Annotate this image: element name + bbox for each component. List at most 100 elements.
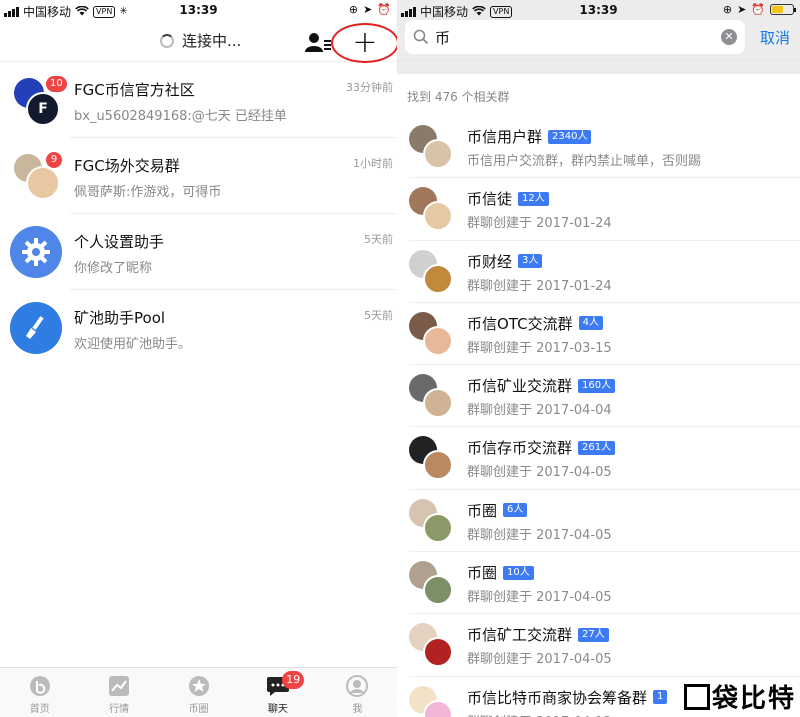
clear-icon[interactable]: ✕ (721, 29, 737, 45)
chat-item-fgc-official[interactable]: F 10 FGC币信官方社区 bx_u5602849168:@七天 已经挂单 3… (0, 62, 397, 138)
group-row[interactable]: 币信徒 12人 群聊创建于 2017-01-24 (397, 178, 800, 241)
search-bar: 币 ✕ 取消 (397, 20, 800, 60)
tab-label: 首页 (29, 704, 50, 715)
group-avatar: 9 (10, 150, 62, 202)
group-search-screen: 中国移动 VPN 13:39 ⊕ ➤ ⏰ 币 ✕ 取消 找到 476 个相关群 … (397, 0, 800, 717)
member-count-badge: 160人 (578, 378, 616, 393)
group-row[interactable]: 币信矿工交流群 27人 群聊创建于 2017-04-05 (397, 614, 800, 677)
group-description: 币信用户交流群，群内禁止喊单，否则踢 (467, 154, 702, 169)
tab-label: 我 (352, 704, 363, 715)
tab-market[interactable]: 行情 (79, 668, 158, 717)
group-avatar (409, 623, 453, 668)
chat-item-pool-assistant[interactable]: 矿池助手Pool 欢迎使用矿池助手。 5天前 (0, 290, 397, 366)
group-avatar (409, 436, 453, 481)
alarm-icon: ⏰ (377, 3, 391, 16)
group-avatar (409, 561, 453, 606)
group-name: 币信比特币商家协会筹备群 (467, 688, 648, 707)
chat-name: FGC币信官方社区 (74, 81, 195, 99)
chat-list-screen: 中国移动 VPN ✳ 13:39 ⊕ ➤ ⏰ 连接中... + F 10 FGC… (0, 0, 397, 717)
group-avatar (409, 685, 453, 717)
plus-icon: + (352, 25, 378, 60)
search-icon (413, 29, 429, 45)
group-description: 群聊创建于 2017-04-05 (467, 527, 612, 543)
group-avatar (409, 249, 453, 294)
tab-home[interactable]: 首页 (0, 668, 79, 717)
shovel-icon (26, 316, 44, 339)
chart-icon (107, 675, 131, 697)
group-avatar (409, 374, 453, 419)
group-row[interactable]: 币信OTC交流群 4人 群聊创建于 2017-03-15 (397, 303, 800, 366)
search-query: 币 (435, 28, 451, 47)
lock-rotation-icon: ⊕ (722, 3, 733, 16)
group-avatar (409, 498, 453, 543)
member-count-badge: 6人 (503, 503, 528, 518)
group-row[interactable]: 币财经 3人 群聊创建于 2017-01-24 (397, 241, 800, 303)
chat-tab-badge: 19 (282, 671, 305, 689)
battery-icon (770, 4, 796, 15)
star-icon (187, 675, 211, 697)
group-row[interactable]: 币信存币交流群 261人群聊创建于 2017-04-05 (397, 427, 800, 490)
tab-label: 行情 (109, 704, 130, 715)
contacts-icon (305, 33, 331, 52)
member-count-badge: 4人 (578, 316, 603, 331)
group-row[interactable]: 币圈 6人 群聊创建于 2017-04-05 (397, 490, 800, 553)
contacts-button[interactable] (305, 31, 331, 53)
location-icon: ➤ (737, 3, 747, 16)
group-description: 群聊创建于 2017-03-15 (467, 340, 612, 356)
group-results-list: 币信用户群 2340人 币信用户交流群，群内禁止喊单，否则踢 币信徒 12人 群聊创建于 … (397, 116, 800, 717)
avatar (10, 302, 62, 354)
group-description: 群聊创建于 2017-04-12 (467, 711, 612, 717)
tab-label: 币圈 (188, 704, 209, 715)
status-time: 13:39 (179, 3, 218, 17)
group-name: 币圈 (467, 564, 498, 583)
member-count-badge: 261人 (578, 440, 616, 455)
chat-time: 33分钟前 (346, 81, 393, 94)
group-avatar (409, 125, 453, 169)
lock-rotation-icon: ⊕ (348, 3, 359, 16)
chat-time: 5天前 (364, 309, 393, 322)
member-count-badge: 27人 (578, 627, 609, 642)
tab-me[interactable]: 我 (318, 668, 397, 717)
group-row[interactable]: 币信用户群 2340人币信用户交流群，群内禁止喊单，否则踢 (397, 116, 800, 179)
group-description: 群聊创建于 2017-04-05 (467, 590, 612, 606)
group-name: 币财经 (467, 252, 513, 271)
unread-badge: 10 (46, 76, 67, 92)
chat-item-settings-assistant[interactable]: 个人设置助手 你修改了昵称 5天前 (0, 214, 397, 290)
status-bar: 中国移动 VPN 13:39 ⊕ ➤ ⏰ (397, 0, 800, 20)
chat-preview: 你修改了昵称 (74, 261, 153, 276)
chat-preview: 佩哥萨斯:作游戏，可得币 (74, 185, 222, 200)
alarm-icon: ⏰ (751, 3, 765, 16)
group-description: 群聊创建于 2017-04-05 (467, 465, 612, 481)
chat-name: 个人设置助手 (74, 233, 165, 251)
chat-time: 1小时前 (353, 157, 393, 170)
member-count-badge: 12人 (518, 191, 549, 206)
group-row[interactable]: 币信矿业交流群 160人 群聊创建于 2017-04-04 (397, 365, 800, 428)
chat-name: 矿池助手Pool (74, 309, 166, 327)
tab-circle[interactable]: 币圈 (159, 668, 238, 717)
search-input[interactable]: 币 ✕ (405, 20, 745, 54)
group-name: 币信存币交流群 (467, 439, 573, 458)
group-name: 币信用户群 (467, 128, 543, 146)
member-count-badge: 1 (653, 690, 668, 705)
results-summary: 找到 476 个相关群 (407, 90, 510, 104)
member-count-badge: 2340人 (548, 129, 592, 144)
gear-icon (22, 238, 50, 266)
unread-badge: 9 (46, 152, 62, 168)
profile-icon (345, 675, 369, 697)
chat-preview: 欢迎使用矿池助手。 (74, 337, 192, 352)
tab-chat[interactable]: 19 聊天 (238, 668, 317, 717)
location-icon: ➤ (363, 3, 373, 16)
group-description: 群聊创建于 2017-04-05 (467, 652, 612, 668)
member-count-badge: 10人 (503, 565, 534, 580)
group-name: 币信矿业交流群 (467, 377, 573, 396)
cancel-button[interactable]: 取消 (760, 27, 790, 48)
group-avatar (409, 187, 453, 232)
group-row[interactable]: 币圈 10人群聊创建于 2017-04-05 (397, 552, 800, 615)
add-button[interactable]: + (331, 23, 397, 63)
group-description: 群聊创建于 2017-01-24 (467, 216, 612, 232)
chat-name: FGC场外交易群 (74, 157, 180, 175)
chat-preview: bx_u5602849168:@七天 已经挂单 (74, 109, 287, 124)
group-avatar: F 10 (10, 74, 67, 126)
chat-item-fgc-otc[interactable]: 9 FGC场外交易群 佩哥萨斯:作游戏，可得币 1小时前 (0, 138, 397, 214)
page-title: 连接中... (182, 32, 242, 50)
